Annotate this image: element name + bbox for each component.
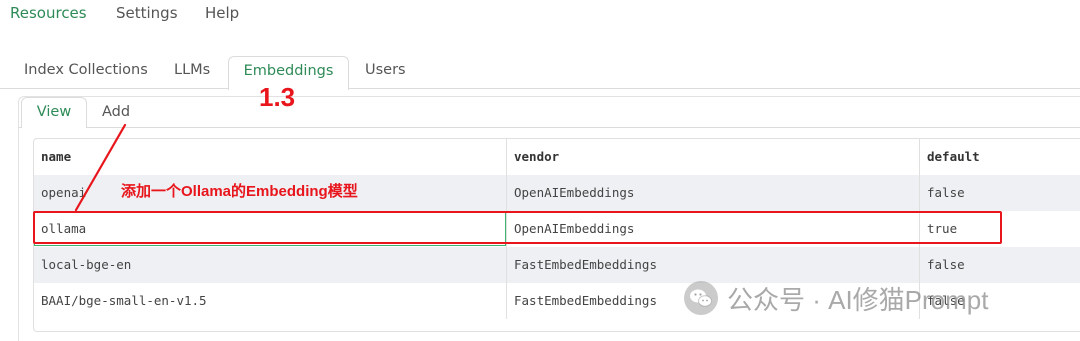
top-nav: Resources Settings Help: [0, 0, 1080, 30]
cell-vendor: OpenAIEmbeddings: [514, 185, 635, 200]
cell-default: false: [927, 185, 965, 200]
header-default[interactable]: default: [927, 139, 980, 175]
tab-embeddings-label: Embeddings: [243, 63, 334, 79]
watermark: 公众号 · AI修猫Prompt: [683, 280, 988, 316]
subtab-view-label: View: [36, 104, 72, 120]
tab-users[interactable]: Users: [365, 62, 406, 78]
cell-vendor: FastEmbedEmbeddings: [514, 293, 657, 308]
subtab-add[interactable]: Add: [102, 104, 130, 120]
cell-name: BAAI/bge-small-en-v1.5: [41, 293, 207, 308]
tab-llms[interactable]: LLMs: [174, 62, 210, 78]
subtabs-divider: [18, 127, 1080, 128]
cell-vendor: FastEmbedEmbeddings: [514, 257, 657, 272]
table-header: name vendor default: [34, 139, 1080, 175]
tabs-divider: [0, 88, 1080, 89]
watermark-text: 公众号 · AI修猫Prompt: [727, 284, 989, 315]
wechat-icon: [684, 281, 718, 315]
step-label: 1.3: [259, 82, 296, 112]
cell-name: local-bge-en: [41, 257, 132, 272]
subtab-view[interactable]: View: [21, 97, 87, 128]
nav-help[interactable]: Help: [205, 4, 239, 22]
nav-resources[interactable]: Resources: [10, 4, 87, 22]
header-vendor[interactable]: vendor: [514, 139, 559, 175]
highlight-box: [33, 211, 1002, 244]
nav-settings[interactable]: Settings: [116, 4, 178, 22]
annotation-note: 添加一个Ollama的Embedding模型: [121, 183, 358, 200]
table-row[interactable]: local-bge-en FastEmbedEmbeddings false: [34, 247, 1080, 283]
cell-default: false: [927, 257, 965, 272]
header-name[interactable]: name: [41, 139, 71, 175]
tab-index-collections[interactable]: Index Collections: [24, 62, 148, 78]
cell-name: openai: [41, 185, 87, 200]
